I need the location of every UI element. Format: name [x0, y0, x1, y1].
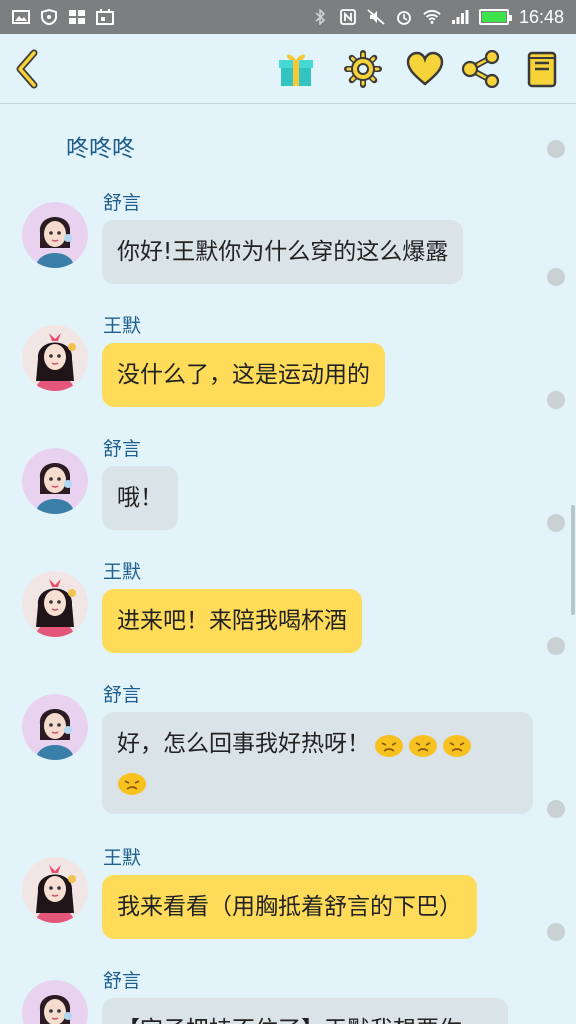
- message-bubble[interactable]: 哦！: [102, 466, 178, 530]
- alarm-icon: [397, 11, 411, 25]
- status-right-icons: 16:48: [311, 7, 564, 28]
- back-button[interactable]: [6, 48, 48, 90]
- notebook-icon: [527, 51, 557, 88]
- message-bubble[interactable]: 你好!王默你为什么穿的这么爆露: [102, 220, 464, 284]
- avatar[interactable]: [22, 694, 88, 760]
- sender-name: 舒言: [103, 970, 142, 992]
- message-bubble[interactable]: 好，怎么回事我好热呀！: [102, 712, 533, 814]
- battery-icon: [478, 9, 512, 25]
- hot-face-emoji-icon: [375, 734, 403, 757]
- message-bubble[interactable]: 【宫子把持不住了】王默我想要你: [102, 998, 508, 1024]
- sender-name: 舒言: [103, 438, 142, 460]
- sender-name: 舒言: [103, 192, 142, 214]
- scroll-dot: [547, 800, 565, 818]
- avatar[interactable]: [22, 202, 88, 268]
- scroll-dot: [547, 923, 565, 941]
- avatar-wangmo-icon: [22, 571, 88, 637]
- apps-grid-icon: [69, 10, 85, 24]
- scrollbar[interactable]: [571, 505, 575, 615]
- settings-button[interactable]: [342, 48, 384, 90]
- notebook-button[interactable]: [521, 48, 563, 90]
- settings-icon: [344, 50, 382, 88]
- wifi-icon: [423, 10, 441, 24]
- bluetooth-icon: [315, 9, 326, 25]
- chat-toolbar: [0, 34, 576, 104]
- calendar-icon: [96, 9, 114, 25]
- avatar-shuyan-icon: [22, 980, 88, 1024]
- scroll-dot: [547, 140, 565, 158]
- battery-level: [481, 12, 506, 22]
- avatar-shuyan-icon: [22, 202, 88, 268]
- avatar[interactable]: [22, 325, 88, 391]
- status-bar: 16:48: [0, 0, 576, 34]
- avatar[interactable]: [22, 448, 88, 514]
- message-bubble[interactable]: 进来吧！来陪我喝杯酒: [102, 589, 362, 653]
- message-bubble[interactable]: 我来看看（用胸抵着舒言的下巴）: [102, 875, 477, 939]
- shield-icon: [41, 9, 57, 25]
- scroll-dot: [547, 268, 565, 286]
- avatar-shuyan-icon: [22, 448, 88, 514]
- sender-name: 王默: [103, 847, 142, 869]
- avatar-wangmo-icon: [22, 325, 88, 391]
- scroll-dot: [547, 514, 565, 532]
- share-button[interactable]: [460, 48, 502, 90]
- status-time: 16:48: [518, 6, 564, 27]
- heart-icon: [406, 51, 444, 86]
- signal-icon: [451, 10, 469, 24]
- message-text: 好，怎么回事我好热呀！: [117, 731, 370, 757]
- avatar-wangmo-icon: [22, 857, 88, 923]
- message-bubble[interactable]: 没什么了，这是运动用的: [102, 343, 385, 407]
- back-icon: [16, 49, 38, 89]
- image-icon: [12, 10, 30, 24]
- avatar[interactable]: [22, 857, 88, 923]
- scroll-dot: [547, 391, 565, 409]
- gift-icon: [279, 54, 313, 86]
- avatar[interactable]: [22, 980, 88, 1024]
- nfc-icon: [340, 9, 356, 25]
- favorite-button[interactable]: [404, 48, 446, 90]
- gift-button[interactable]: [275, 48, 317, 90]
- chat-title: 咚咚咚: [66, 136, 135, 162]
- mute-icon: [367, 9, 385, 25]
- sender-name: 舒言: [103, 684, 142, 706]
- sender-name: 王默: [103, 315, 142, 337]
- chat-area[interactable]: 咚咚咚 舒言 你好!王默你为什么穿的这么爆露 王默 没什么了，这是运动用的 舒言…: [0, 105, 576, 1024]
- sender-name: 王默: [103, 561, 142, 583]
- hot-face-emoji-icon: [443, 734, 471, 757]
- scroll-dot: [547, 637, 565, 655]
- hot-face-emoji-icon: [118, 772, 146, 795]
- avatar[interactable]: [22, 571, 88, 637]
- hot-face-emoji-icon: [409, 734, 437, 757]
- status-left-icons: [12, 9, 114, 25]
- avatar-shuyan-icon: [22, 694, 88, 760]
- share-icon: [461, 50, 500, 88]
